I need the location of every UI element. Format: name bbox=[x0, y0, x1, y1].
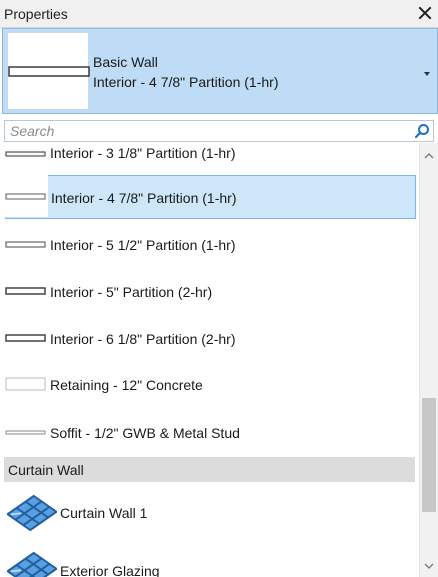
type-preview-thumbnail bbox=[7, 32, 90, 110]
scrollbar-thumb[interactable] bbox=[422, 398, 436, 512]
type-list-item[interactable]: Soffit - 1/2" GWB & Metal Stud bbox=[5, 411, 416, 455]
type-list-item-label: Retaining - 12" Concrete bbox=[50, 377, 203, 393]
type-list-item[interactable]: Interior - 6 1/8" Partition (2-hr) bbox=[5, 317, 416, 361]
wall-type-thumbnail bbox=[5, 287, 46, 295]
palette-title: Properties bbox=[4, 6, 68, 22]
type-list-item-curtain-wall-1[interactable]: Curtain Wall 1 bbox=[5, 488, 416, 538]
group-header-label: Curtain Wall bbox=[8, 462, 84, 478]
list-scrollbar[interactable] bbox=[419, 143, 438, 577]
search-icon[interactable] bbox=[414, 123, 430, 139]
group-header-curtain-wall[interactable]: Curtain Wall bbox=[4, 457, 415, 482]
curtain-wall-icon bbox=[7, 551, 57, 577]
chevron-down-icon[interactable] bbox=[421, 66, 433, 76]
type-list-item[interactable]: Interior - 5 1/2" Partition (1-hr) bbox=[5, 223, 416, 267]
type-list-item-selected[interactable]: Interior - 4 7/8" Partition (1-hr) bbox=[5, 175, 416, 219]
wall-type-thumbnail bbox=[5, 377, 46, 391]
search-box bbox=[4, 120, 434, 142]
properties-palette: Properties Basic Wall Interior - 4 7/8" … bbox=[0, 0, 438, 577]
type-selector-dropdown[interactable]: Basic Wall Interior - 4 7/8" Partition (… bbox=[2, 28, 438, 114]
wall-type-thumbnail bbox=[5, 241, 46, 248]
wall-type-thumbnail bbox=[5, 151, 46, 157]
palette-title-bar: Properties bbox=[0, 0, 438, 28]
type-list-item-label: Interior - 5" Partition (2-hr) bbox=[50, 284, 213, 300]
scroll-up-icon[interactable] bbox=[420, 147, 438, 165]
type-list: Interior - 3 1/8" Partition (1-hr) Inter… bbox=[0, 143, 438, 577]
type-name: Interior - 4 7/8" Partition (1-hr) bbox=[93, 74, 279, 90]
wall-type-thumbnail bbox=[5, 175, 48, 217]
type-list-item-label: Soffit - 1/2" GWB & Metal Stud bbox=[50, 425, 240, 441]
type-list-item-exterior-glazing[interactable]: Exterior Glazing bbox=[5, 545, 416, 577]
type-list-item[interactable]: Interior - 5" Partition (2-hr) bbox=[5, 270, 416, 314]
type-list-item-label: Interior - 5 1/2" Partition (1-hr) bbox=[50, 237, 236, 253]
type-list-item-label: Interior - 4 7/8" Partition (1-hr) bbox=[51, 190, 237, 206]
wall-type-thumbnail bbox=[5, 430, 46, 435]
type-family-name: Basic Wall bbox=[93, 54, 158, 70]
type-list-item-label: Curtain Wall 1 bbox=[60, 505, 148, 521]
search-input[interactable] bbox=[5, 121, 405, 141]
type-list-item[interactable]: Interior - 3 1/8" Partition (1-hr) bbox=[5, 143, 416, 176]
type-list-item-label: Interior - 3 1/8" Partition (1-hr) bbox=[50, 145, 236, 161]
type-list-item[interactable]: Retaining - 12" Concrete bbox=[5, 363, 416, 407]
type-list-item-label: Interior - 6 1/8" Partition (2-hr) bbox=[50, 331, 236, 347]
close-icon[interactable] bbox=[414, 2, 436, 24]
scroll-down-icon[interactable] bbox=[420, 557, 438, 575]
curtain-wall-icon bbox=[7, 494, 57, 532]
wall-type-thumbnail bbox=[5, 334, 46, 342]
type-list-item-label: Exterior Glazing bbox=[60, 563, 160, 577]
